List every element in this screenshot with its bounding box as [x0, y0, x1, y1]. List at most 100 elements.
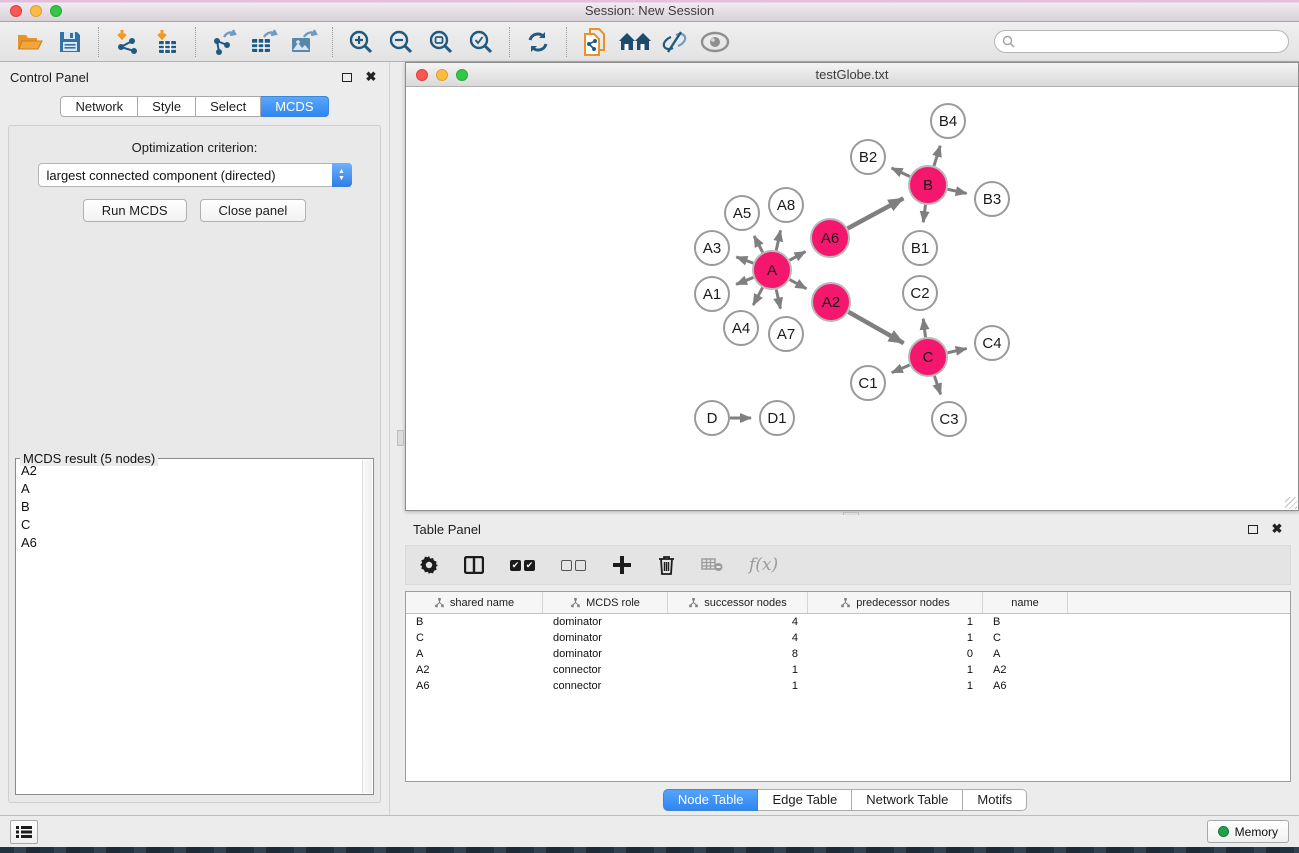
table-cell[interactable]: B [406, 614, 543, 630]
graph-node-D[interactable]: D [695, 401, 729, 435]
mcds-result-item[interactable]: A6 [17, 535, 361, 553]
graph-edge-A-A4[interactable] [753, 288, 762, 305]
add-row-icon[interactable] [612, 555, 632, 575]
table-cell[interactable]: 1 [808, 630, 983, 646]
table-cell[interactable]: 0 [808, 646, 983, 662]
graph-edge-B-B3[interactable] [948, 189, 967, 193]
table-cell[interactable]: 4 [668, 614, 808, 630]
graph-edge-C-C4[interactable] [948, 349, 967, 353]
graph-node-B4[interactable]: B4 [931, 104, 965, 138]
graph-node-B2[interactable]: B2 [851, 140, 885, 174]
graph-node-C1[interactable]: C1 [851, 366, 885, 400]
graph-edge-B-B1[interactable] [923, 205, 925, 222]
graph-node-C2[interactable]: C2 [903, 276, 937, 310]
column-header-MCDS-role[interactable]: MCDS role [543, 592, 668, 613]
graph-edge-B-B2[interactable] [892, 168, 910, 177]
table-cell[interactable]: 8 [668, 646, 808, 662]
export-table-icon[interactable] [247, 26, 281, 58]
table-cell[interactable]: A [406, 646, 543, 662]
import-network-icon[interactable] [110, 26, 144, 58]
run-mcds-button[interactable]: Run MCDS [83, 199, 187, 222]
float-panel-icon[interactable] [339, 69, 355, 85]
graph-node-A4[interactable]: A4 [724, 311, 758, 345]
graph-edge-A-A5[interactable] [754, 236, 763, 252]
table-cell[interactable]: A6 [406, 678, 543, 694]
mcds-result-item[interactable]: B [17, 499, 361, 517]
export-image-icon[interactable] [287, 26, 321, 58]
table-cell[interactable]: connector [543, 678, 668, 694]
tab-style[interactable]: Style [138, 96, 196, 117]
table-cell[interactable]: 1 [668, 662, 808, 678]
graph-node-B1[interactable]: B1 [903, 231, 937, 265]
graph-node-A2[interactable]: A2 [812, 283, 850, 321]
graph-node-A5[interactable]: A5 [725, 196, 759, 230]
graph-node-A3[interactable]: A3 [695, 231, 729, 265]
settings-icon[interactable] [420, 556, 438, 574]
graph-node-D1[interactable]: D1 [760, 401, 794, 435]
tab-edge-table[interactable]: Edge Table [758, 789, 852, 811]
memory-button[interactable]: Memory [1207, 820, 1289, 843]
graph-node-A7[interactable]: A7 [769, 317, 803, 351]
graph-edge-A2-C[interactable] [848, 312, 903, 343]
table-cell[interactable]: A2 [983, 662, 1068, 678]
table-cell[interactable]: 4 [668, 630, 808, 646]
graph-node-C[interactable]: C [909, 338, 947, 376]
graph-node-A1[interactable]: A1 [695, 277, 729, 311]
table-row[interactable]: Adominator80A [406, 646, 1290, 662]
tab-network[interactable]: Network [60, 96, 138, 117]
table-cell[interactable]: C [406, 630, 543, 646]
graph-node-B3[interactable]: B3 [975, 182, 1009, 216]
unselect-all-icon[interactable] [561, 560, 586, 571]
table-cell[interactable]: A [983, 646, 1068, 662]
hide-labels-icon[interactable] [658, 26, 692, 58]
graph-node-B[interactable]: B [909, 166, 947, 204]
graph-edge-A-A7[interactable] [776, 290, 780, 309]
graph-edge-C-C2[interactable] [923, 319, 925, 337]
tab-motifs[interactable]: Motifs [963, 789, 1027, 811]
delete-row-icon[interactable] [658, 555, 675, 575]
table-cell[interactable]: 1 [808, 662, 983, 678]
table-cell[interactable]: dominator [543, 614, 668, 630]
close-panel-button[interactable]: Close panel [200, 199, 307, 222]
select-all-icon[interactable]: ✔✔ [510, 560, 535, 571]
zoom-fit-icon[interactable] [424, 26, 458, 58]
column-header-successor-nodes[interactable]: successor nodes [668, 592, 808, 613]
graph-edge-C-C1[interactable] [892, 365, 910, 373]
graph-node-C3[interactable]: C3 [932, 402, 966, 436]
table-cell[interactable]: 1 [808, 678, 983, 694]
table-cell[interactable]: 1 [808, 614, 983, 630]
graph-node-A[interactable]: A [753, 251, 791, 289]
home-icon[interactable] [618, 26, 652, 58]
graph-node-A6[interactable]: A6 [811, 219, 849, 257]
graph-node-A8[interactable]: A8 [769, 188, 803, 222]
open-file-icon[interactable] [13, 26, 47, 58]
tab-select[interactable]: Select [196, 96, 261, 117]
mcds-result-item[interactable]: C [17, 517, 361, 535]
table-row[interactable]: Cdominator41C [406, 630, 1290, 646]
graph-edge-A-A1[interactable] [736, 277, 753, 284]
table-cell[interactable]: A6 [983, 678, 1068, 694]
zoom-out-icon[interactable] [384, 26, 418, 58]
graph-node-C4[interactable]: C4 [975, 326, 1009, 360]
search-input[interactable] [1015, 32, 1288, 51]
zoom-in-icon[interactable] [344, 26, 378, 58]
mcds-result-item[interactable]: A [17, 481, 361, 499]
table-cell[interactable]: C [983, 630, 1068, 646]
vertical-splitter-handle[interactable] [397, 430, 404, 446]
float-table-panel-icon[interactable] [1245, 521, 1261, 537]
save-session-icon[interactable] [53, 26, 87, 58]
column-header-name[interactable]: name [983, 592, 1068, 613]
mcds-result-item[interactable]: A2 [17, 463, 361, 481]
close-table-panel-icon[interactable]: ✖ [1269, 521, 1285, 537]
mcds-result-scrollbar[interactable] [362, 460, 372, 793]
table-row[interactable]: Bdominator41B [406, 614, 1290, 630]
tab-node-table[interactable]: Node Table [663, 789, 759, 811]
graph-edge-A6-B[interactable] [848, 198, 904, 228]
graph-edge-B-B4[interactable] [934, 146, 940, 166]
refresh-layout-icon[interactable] [521, 26, 555, 58]
tab-network-table[interactable]: Network Table [852, 789, 963, 811]
graph-edge-A-A2[interactable] [790, 280, 807, 289]
table-row[interactable]: A2connector11A2 [406, 662, 1290, 678]
resize-grip[interactable] [1285, 497, 1297, 509]
graph-edge-A-A8[interactable] [776, 230, 780, 250]
